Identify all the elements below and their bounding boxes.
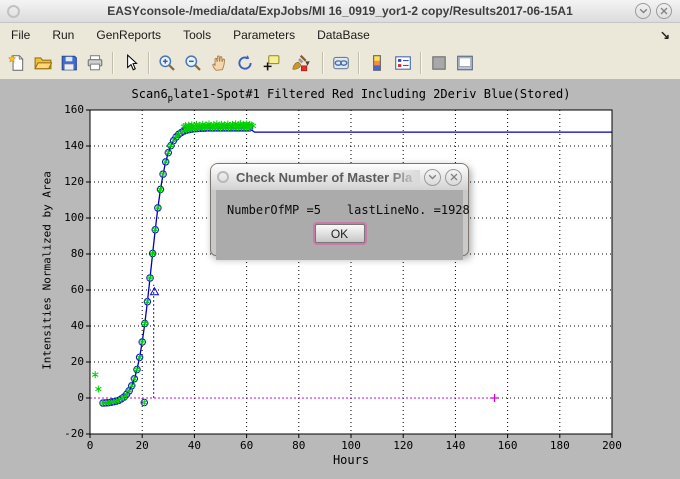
toolbar-separator <box>148 52 150 74</box>
close-icon <box>660 7 668 15</box>
menu-parameters[interactable]: Parameters <box>222 28 306 42</box>
zoom-out-button[interactable] <box>180 50 206 76</box>
figure-area: Scan6plate1-Spot#1 Filtered Red Includin… <box>0 79 680 479</box>
check-number-dialog: Check Number of Master Pla NumberOfMP =5… <box>210 163 469 256</box>
toolbar-separator <box>112 52 114 74</box>
dialog-close-button[interactable] <box>445 169 462 186</box>
show-plot-tools-button[interactable] <box>452 50 478 76</box>
data-cursor-button[interactable] <box>258 50 284 76</box>
colorbar-icon <box>368 54 386 72</box>
close-button[interactable] <box>656 3 672 19</box>
pointer-button[interactable] <box>118 50 144 76</box>
dialog-menu-icon[interactable] <box>217 171 229 183</box>
open-file-button[interactable] <box>30 50 56 76</box>
plot-svg[interactable] <box>90 110 612 434</box>
ok-button[interactable]: OK <box>315 224 365 243</box>
pan-button[interactable] <box>206 50 232 76</box>
x-tick-label: 100 <box>331 438 371 454</box>
x-tick-label: 20 <box>122 438 162 454</box>
dialog-minimize-button[interactable] <box>424 169 441 186</box>
hide-plot-tools-button[interactable] <box>426 50 452 76</box>
new-document-icon <box>8 54 26 72</box>
dock-arrow-icon[interactable]: ↘ <box>660 28 670 42</box>
x-tick-label: 40 <box>174 438 214 454</box>
x-tick-label: 200 <box>592 438 632 454</box>
pointer-icon <box>122 54 140 72</box>
save-button[interactable] <box>56 50 82 76</box>
new-document-button[interactable] <box>4 50 30 76</box>
figure-toolbar: ▾ <box>0 47 680 80</box>
x-tick-label: 140 <box>435 438 475 454</box>
data-cursor-icon <box>262 54 280 72</box>
dialog-body: NumberOfMP =5 lastLineNo. =1928 OK <box>216 190 463 260</box>
menu-run[interactable]: Run <box>41 28 85 42</box>
pan-hand-icon <box>210 54 228 72</box>
menu-genreports[interactable]: GenReports <box>85 28 172 42</box>
legend-icon <box>394 54 412 72</box>
menu-bar: File Run GenReports Tools Parameters Dat… <box>0 23 680 47</box>
insert-colorbar-button[interactable] <box>364 50 390 76</box>
toolbar-separator <box>420 52 422 74</box>
chart-title: Scan6plate1-Spot#1 Filtered Red Includin… <box>90 87 612 104</box>
x-tick-label: 60 <box>227 438 267 454</box>
chart-title-post: late1-Spot#1 Filtered Red Including 2Der… <box>173 87 570 101</box>
zoom-out-icon <box>184 54 202 72</box>
menu-tools[interactable]: Tools <box>172 28 222 42</box>
window-titlebar[interactable]: EASYconsole-/media/data/ExpJobs/MI 16_09… <box>0 0 680 23</box>
rotate-3d-button[interactable] <box>232 50 258 76</box>
insert-legend-button[interactable] <box>390 50 416 76</box>
show-plot-tools-icon <box>456 54 474 72</box>
last-line-no-value: lastLineNo. =1928 <box>347 203 470 217</box>
brush-dropdown-icon[interactable]: ▾ <box>305 58 310 69</box>
print-icon <box>86 54 104 72</box>
link-plots-button[interactable] <box>328 50 354 76</box>
dialog-titlebar[interactable]: Check Number of Master Pla <box>211 164 468 190</box>
chevron-down-icon <box>428 174 437 180</box>
x-tick-label: 80 <box>279 438 319 454</box>
toolbar-separator <box>358 52 360 74</box>
link-plots-icon <box>332 54 350 72</box>
zoom-in-button[interactable] <box>154 50 180 76</box>
window-menu-icon[interactable] <box>7 5 20 18</box>
chevron-down-icon <box>639 8 648 14</box>
zoom-in-icon <box>158 54 176 72</box>
close-icon <box>450 173 458 181</box>
app-window: EASYconsole-/media/data/ExpJobs/MI 16_09… <box>0 0 680 479</box>
menu-file[interactable]: File <box>0 28 41 42</box>
x-tick-label: 160 <box>488 438 528 454</box>
open-folder-icon <box>34 54 52 72</box>
number-of-mp-value: NumberOfMP =5 <box>227 203 321 217</box>
hide-plot-tools-icon <box>430 54 448 72</box>
x-tick-label: 120 <box>383 438 423 454</box>
menu-database[interactable]: DataBase <box>306 28 381 42</box>
title-fade <box>386 170 420 185</box>
minimize-button[interactable] <box>635 3 651 19</box>
window-title: EASYconsole-/media/data/ExpJobs/MI 16_09… <box>0 4 680 18</box>
toolbar-separator <box>322 52 324 74</box>
rotate-3d-icon <box>236 54 254 72</box>
dialog-title: Check Number of Master Pla <box>236 170 420 185</box>
save-icon <box>60 54 78 72</box>
x-tick-label: 0 <box>70 438 110 454</box>
y-tick-label: 160 <box>46 102 84 118</box>
x-tick-label: 180 <box>540 438 580 454</box>
x-axis-label: Hours <box>90 453 612 467</box>
print-button[interactable] <box>82 50 108 76</box>
y-axis-label: Intensities Normalized by Area <box>41 121 54 421</box>
chart-title-pre: Scan6 <box>132 87 168 101</box>
brush-button[interactable]: ▾ <box>284 50 318 76</box>
